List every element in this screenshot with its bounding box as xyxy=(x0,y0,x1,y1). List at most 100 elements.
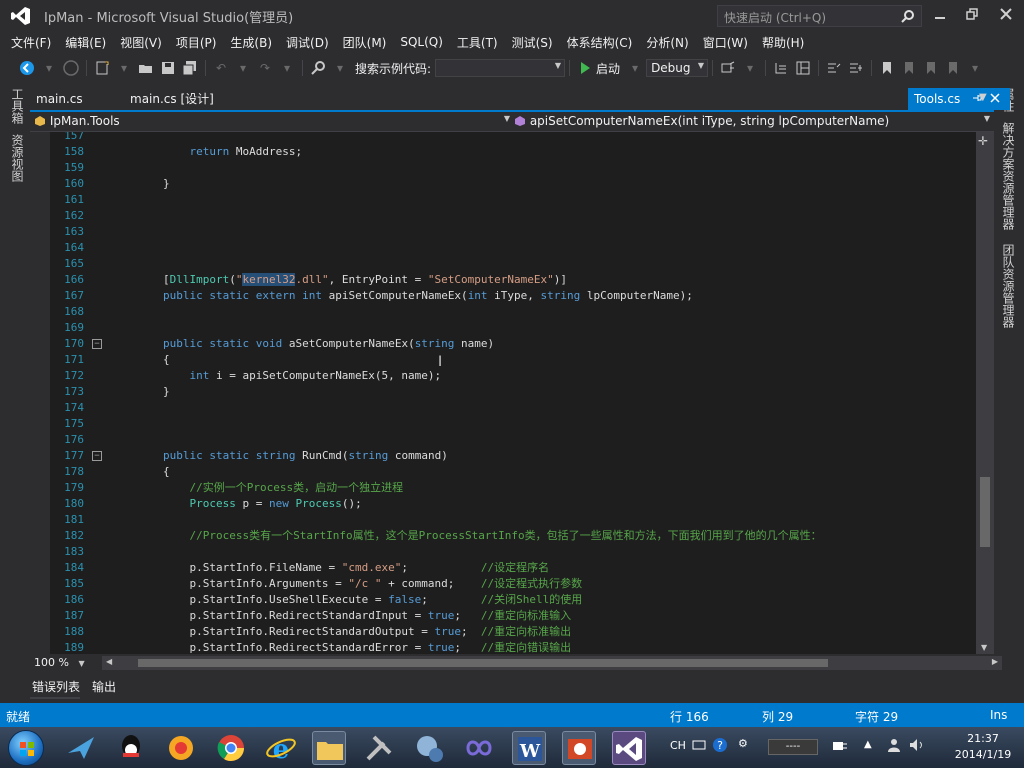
collapse-region-icon[interactable]: − xyxy=(92,451,102,461)
new-project-icon[interactable] xyxy=(94,60,110,76)
vertical-scroll-thumb[interactable] xyxy=(980,477,990,547)
dropdown-arrow-icon[interactable]: ▾ xyxy=(41,60,57,76)
volume-icon[interactable] xyxy=(908,737,926,756)
infinity-app-icon[interactable] xyxy=(462,731,496,765)
save-all-icon[interactable] xyxy=(182,60,198,76)
type-dropdown[interactable]: IpMan.Tools ▼ xyxy=(34,114,510,130)
visual-studio-taskbar-icon[interactable] xyxy=(612,731,646,765)
horizontal-scrollbar[interactable]: ◀ ▶ xyxy=(102,656,1002,670)
menu-analyze[interactable]: 分析(N) xyxy=(639,34,695,51)
start-button-label[interactable]: 启动 xyxy=(596,60,620,77)
restore-button[interactable] xyxy=(962,6,982,26)
menu-test[interactable]: 测试(S) xyxy=(505,34,560,51)
tab-main-cs-design[interactable]: main.cs [设计] xyxy=(124,88,220,110)
navigate-back-icon[interactable] xyxy=(19,60,35,76)
plug-icon[interactable] xyxy=(832,739,848,756)
menu-team[interactable]: 团队(M) xyxy=(336,34,394,51)
file-explorer-icon[interactable] xyxy=(312,731,346,765)
menu-file[interactable]: 文件(F) xyxy=(4,34,58,51)
user-tray-icon[interactable] xyxy=(886,737,902,756)
internet-explorer-icon[interactable]: e xyxy=(264,731,298,765)
search-icon[interactable] xyxy=(901,9,915,23)
line-number: 173 xyxy=(64,385,84,398)
chrome-icon[interactable] xyxy=(214,731,248,765)
menu-debug[interactable]: 调试(D) xyxy=(279,34,336,51)
code-editor[interactable]: 157 158 return MoAddress; 159 160 } 161 … xyxy=(50,132,976,654)
qq-icon[interactable] xyxy=(114,731,148,765)
uncomment-icon[interactable] xyxy=(848,60,864,76)
save-icon[interactable] xyxy=(160,60,176,76)
menu-project[interactable]: 项目(P) xyxy=(169,34,224,51)
menu-view[interactable]: 视图(V) xyxy=(113,34,169,51)
step-into-icon[interactable] xyxy=(773,60,789,76)
word-icon[interactable]: W xyxy=(512,731,546,765)
zoom-combo[interactable]: 100 % ▼ xyxy=(34,656,85,669)
close-tab-icon[interactable] xyxy=(990,88,1000,110)
scroll-down-icon[interactable]: ▼ xyxy=(981,643,987,652)
bookmark-icon[interactable] xyxy=(879,60,895,76)
member-dropdown[interactable]: apiSetComputerNameEx(int iType, string l… xyxy=(514,114,990,130)
dropdown-arrow-icon[interactable]: ▾ xyxy=(332,60,348,76)
quick-launch-input[interactable]: 快速启动 (Ctrl+Q) xyxy=(717,5,922,27)
split-window-icon[interactable]: ✛ xyxy=(978,134,988,148)
menu-sql[interactable]: SQL(Q) xyxy=(393,35,450,49)
attach-process-icon[interactable] xyxy=(720,60,736,76)
start-debug-icon[interactable] xyxy=(577,60,593,76)
dropdown-arrow-icon[interactable]: ▾ xyxy=(235,60,251,76)
solution-configuration-combo[interactable]: Debug ▼ xyxy=(646,59,709,77)
resource-view-tab[interactable]: 资源视图 xyxy=(9,134,26,182)
team-explorer-tab[interactable]: 团队资源管理器 xyxy=(1000,244,1017,328)
tab-output[interactable]: 输出 xyxy=(92,678,116,695)
menu-window[interactable]: 窗口(W) xyxy=(696,34,755,51)
menu-tools[interactable]: 工具(T) xyxy=(450,34,505,51)
tools-app-icon[interactable] xyxy=(362,731,396,765)
navigate-forward-icon[interactable] xyxy=(63,60,79,76)
vertical-scrollbar[interactable]: ▼ xyxy=(976,132,994,654)
dropdown-arrow-icon[interactable]: ▾ xyxy=(627,60,643,76)
menu-edit[interactable]: 编辑(E) xyxy=(58,34,113,51)
next-bookmark-icon[interactable] xyxy=(923,60,939,76)
menu-help[interactable]: 帮助(H) xyxy=(755,34,811,51)
dropdown-arrow-icon[interactable]: ▾ xyxy=(116,60,132,76)
toolbox-tab[interactable]: 工具箱 xyxy=(9,88,26,124)
menu-build[interactable]: 生成(B) xyxy=(223,34,279,51)
minimize-button[interactable] xyxy=(930,6,950,26)
clear-bookmarks-icon[interactable] xyxy=(945,60,961,76)
redo-icon[interactable]: ↷ xyxy=(257,60,273,76)
close-button[interactable] xyxy=(996,6,1016,26)
dropdown-arrow-icon[interactable]: ▾ xyxy=(279,60,295,76)
tab-tools-cs[interactable]: Tools.cs xyxy=(908,88,1010,110)
line-number: 178 xyxy=(64,465,84,478)
start-button[interactable] xyxy=(8,730,44,766)
open-file-icon[interactable] xyxy=(138,60,154,76)
tab-main-cs[interactable]: main.cs xyxy=(30,88,89,110)
collapse-region-icon[interactable]: − xyxy=(92,339,102,349)
find-icon[interactable] xyxy=(310,60,326,76)
layout-icon[interactable] xyxy=(795,60,811,76)
tab-error-list[interactable]: 错误列表 xyxy=(32,678,80,695)
menu-architecture[interactable]: 体系结构(C) xyxy=(560,34,640,51)
keyboard-icon[interactable] xyxy=(692,739,706,754)
undo-icon[interactable]: ↶ xyxy=(213,60,229,76)
system-clock[interactable]: 21:37 2014/1/19 xyxy=(948,731,1018,763)
horizontal-scroll-thumb[interactable] xyxy=(138,659,828,667)
powerpoint-icon[interactable] xyxy=(562,731,596,765)
search-samples-combo[interactable]: ▼ xyxy=(435,59,566,77)
input-language[interactable]: CH xyxy=(670,739,686,752)
help-icon[interactable]: ? xyxy=(712,737,728,756)
scroll-left-icon[interactable]: ◀ xyxy=(106,657,112,666)
toolbar-options-icon[interactable]: ▾ xyxy=(967,60,983,76)
ime-toolbar[interactable]: ---- xyxy=(768,739,818,755)
tab-overflow-chevron-icon[interactable]: ▼ xyxy=(979,92,987,103)
tray-expand-icon[interactable]: ▲ xyxy=(864,739,872,750)
code-line: 164 xyxy=(50,240,976,256)
bird-app-icon[interactable] xyxy=(64,731,98,765)
dropdown-arrow-icon[interactable]: ▾ xyxy=(742,60,758,76)
comment-out-icon[interactable] xyxy=(826,60,842,76)
network-app-icon[interactable] xyxy=(412,731,446,765)
game-app-icon[interactable] xyxy=(164,731,198,765)
options-icon[interactable]: ⚙ xyxy=(738,737,748,750)
scroll-right-icon[interactable]: ▶ xyxy=(992,657,998,666)
previous-bookmark-icon[interactable] xyxy=(901,60,917,76)
solution-explorer-tab[interactable]: 解决方案资源管理器 xyxy=(1000,122,1017,230)
